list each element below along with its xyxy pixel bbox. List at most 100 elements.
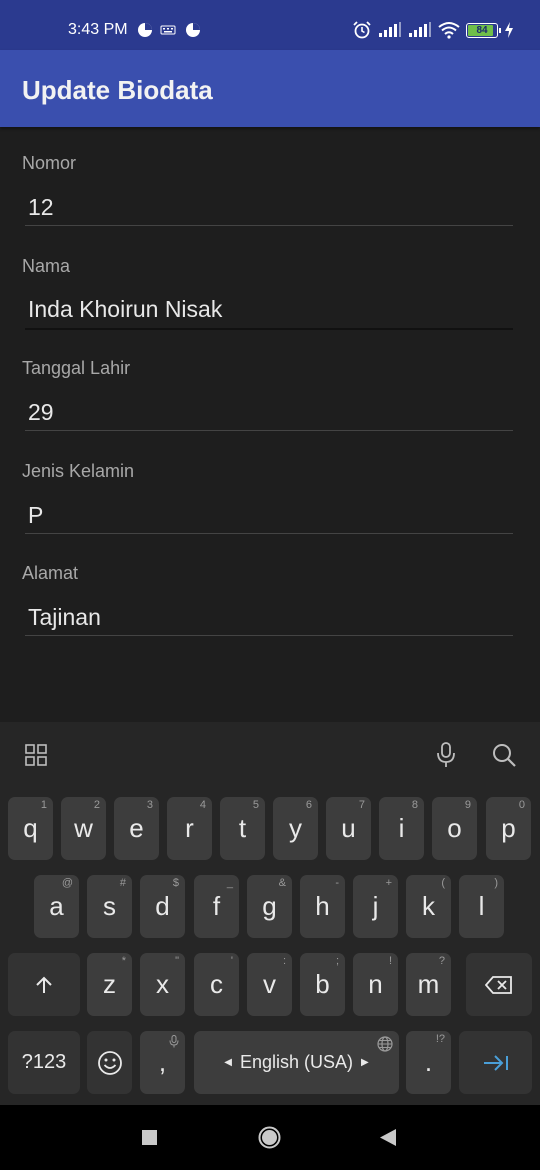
nama-input[interactable]: Inda Khoirun Nisak xyxy=(28,296,222,323)
key-hint: 3 xyxy=(146,799,153,811)
key-j[interactable]: j + xyxy=(353,875,398,938)
key-h[interactable]: h- xyxy=(300,875,345,938)
backspace-key[interactable] xyxy=(466,953,532,1016)
nomor-field[interactable]: Nomor 12 xyxy=(22,151,513,227)
key-hint: 8 xyxy=(411,799,418,811)
jenis-kelamin-underline xyxy=(25,533,513,534)
key-a[interactable]: a @ xyxy=(34,875,79,938)
jenis-kelamin-input[interactable]: P xyxy=(28,502,43,529)
notification-icon xyxy=(138,23,152,37)
key-u[interactable]: u7 xyxy=(326,797,371,860)
search-icon[interactable] xyxy=(492,743,517,768)
alamat-field[interactable]: Alamat Tajinan xyxy=(22,561,513,637)
key-p[interactable]: p0 xyxy=(486,797,531,860)
key-hint: $ xyxy=(172,877,179,889)
key-label: c xyxy=(210,969,223,999)
microphone-icon[interactable] xyxy=(436,742,456,768)
period-key[interactable]: . !? xyxy=(406,1031,451,1094)
key-l[interactable]: l) xyxy=(459,875,504,938)
alamat-input[interactable]: Tajinan xyxy=(28,604,101,631)
key-hint: ( xyxy=(441,877,445,889)
key-hint: ) xyxy=(494,877,498,889)
period-key-label: . xyxy=(424,1047,433,1077)
back-button[interactable] xyxy=(379,1128,397,1147)
key-label: j xyxy=(372,891,379,921)
tab-next-icon xyxy=(483,1054,508,1071)
jenis-kelamin-label: Jenis Kelamin xyxy=(22,461,135,481)
key-hint: 4 xyxy=(199,799,206,811)
home-button[interactable] xyxy=(257,1125,282,1150)
key-label: o xyxy=(447,813,462,843)
key-q[interactable]: q1 xyxy=(8,797,53,860)
jenis-kelamin-field[interactable]: Jenis Kelamin P xyxy=(22,459,513,535)
key-label: a xyxy=(49,891,64,921)
key-hint: & xyxy=(278,877,286,889)
key-label: w xyxy=(74,813,93,843)
key-i[interactable]: i8 xyxy=(379,797,424,860)
key-d[interactable]: d $ xyxy=(140,875,185,938)
key-label: i xyxy=(398,813,405,843)
backspace-icon xyxy=(485,975,512,994)
soft-keyboard: q1 w2 e3 r4 t5 y6 u7 i8 o9 p0 a @ s # d $ f… xyxy=(0,722,540,1105)
key-n[interactable]: n! xyxy=(353,953,398,1016)
key-hint: 7 xyxy=(358,799,365,811)
key-z[interactable]: z * xyxy=(87,953,132,1016)
battery-level: 84 xyxy=(476,24,488,36)
key-t[interactable]: t5 xyxy=(220,797,265,860)
key-hint: " xyxy=(175,955,179,967)
key-x[interactable]: x " xyxy=(140,953,185,1016)
key-label: s xyxy=(103,891,116,921)
tanggal-lahir-field[interactable]: Tanggal Lahir 29 xyxy=(22,356,513,432)
key-label: m xyxy=(417,969,440,999)
key-hint: _ xyxy=(226,877,233,889)
alamat-underline xyxy=(25,635,513,636)
shift-icon xyxy=(36,976,52,993)
key-label: e xyxy=(129,813,144,843)
comma-key[interactable]: , xyxy=(140,1031,185,1094)
key-c[interactable]: c ' xyxy=(194,953,239,1016)
globe-icon xyxy=(377,1036,393,1052)
key-y[interactable]: y6 xyxy=(273,797,318,860)
space-key-label: English (USA) xyxy=(239,1052,354,1072)
key-g[interactable]: g & xyxy=(247,875,292,938)
key-label: y xyxy=(289,813,302,843)
key-label: p xyxy=(501,813,516,843)
symbols-key[interactable]: ?123 xyxy=(8,1031,80,1094)
arrow-left-icon: ◀ xyxy=(224,1057,232,1068)
signal-icon xyxy=(409,22,431,37)
key-hint: 9 xyxy=(464,799,471,811)
apps-grid-icon[interactable] xyxy=(25,744,47,766)
key-label: l xyxy=(478,891,485,921)
key-w[interactable]: w2 xyxy=(61,797,106,860)
key-m[interactable]: m? xyxy=(406,953,451,1016)
key-e[interactable]: e3 xyxy=(114,797,159,860)
nomor-underline xyxy=(25,225,513,226)
key-k[interactable]: k( xyxy=(406,875,451,938)
key-label: k xyxy=(422,891,435,921)
tanggal-lahir-input[interactable]: 29 xyxy=(28,399,54,426)
shift-key[interactable] xyxy=(8,953,80,1016)
key-label: d xyxy=(155,891,170,921)
key-label: t xyxy=(238,813,247,843)
comma-key-label: , xyxy=(158,1047,167,1077)
nama-field[interactable]: Nama Inda Khoirun Nisak xyxy=(22,254,513,330)
key-label: v xyxy=(263,969,276,999)
key-s[interactable]: s # xyxy=(87,875,132,938)
key-r[interactable]: r4 xyxy=(167,797,212,860)
space-key[interactable]: ◀ English (USA) ▶ xyxy=(194,1031,399,1094)
next-key[interactable] xyxy=(459,1031,532,1094)
page-title: Update Biodata xyxy=(22,75,213,105)
key-hint: ' xyxy=(230,955,233,967)
key-f[interactable]: f _ xyxy=(194,875,239,938)
status-time: 3:43 PM xyxy=(68,21,128,38)
key-o[interactable]: o9 xyxy=(432,797,477,860)
arrow-right-icon: ▶ xyxy=(361,1057,369,1068)
key-b[interactable]: b; xyxy=(300,953,345,1016)
nomor-input[interactable]: 12 xyxy=(28,194,54,221)
recents-button[interactable] xyxy=(141,1129,158,1146)
key-hint: * xyxy=(121,955,126,967)
key-v[interactable]: v: xyxy=(247,953,292,1016)
alarm-icon xyxy=(353,21,371,39)
emoji-key[interactable] xyxy=(87,1031,132,1094)
symbols-key-label: ?123 xyxy=(21,1051,67,1073)
